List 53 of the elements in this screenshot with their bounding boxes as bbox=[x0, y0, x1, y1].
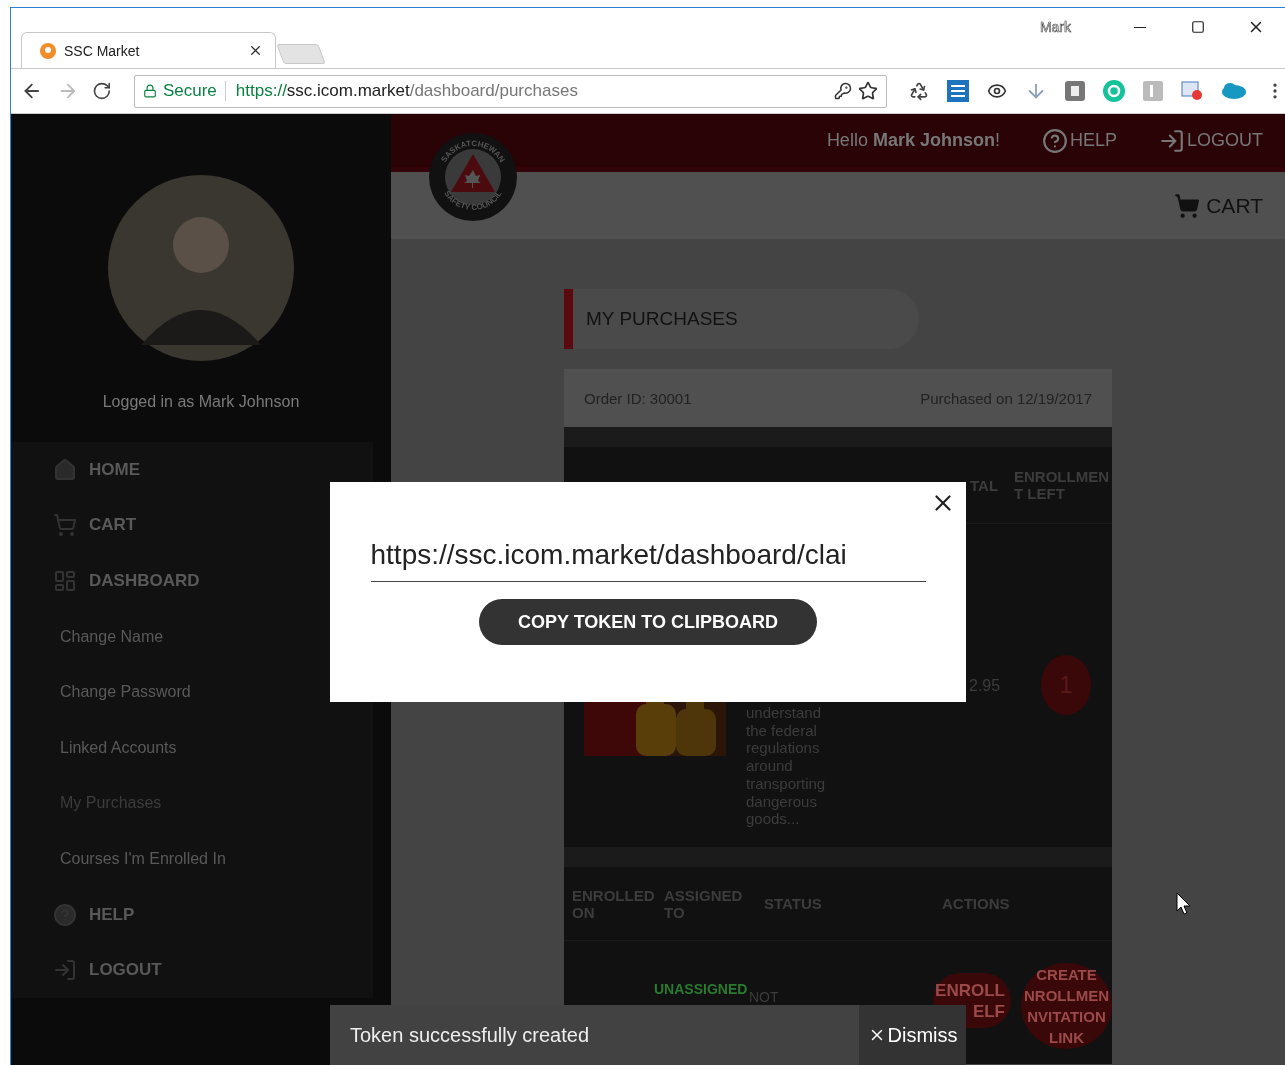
recycle-icon[interactable] bbox=[909, 81, 929, 101]
close-icon[interactable] bbox=[248, 43, 263, 58]
secure-label: Secure bbox=[162, 81, 226, 101]
browser-tab[interactable]: SSC Market bbox=[21, 32, 276, 68]
dashboard-icon bbox=[53, 569, 77, 593]
tile-icon[interactable] bbox=[947, 80, 969, 102]
copy-token-button[interactable]: COPY TOKEN TO CLIPBOARD bbox=[479, 599, 817, 645]
cloud-icon[interactable] bbox=[1221, 82, 1247, 100]
address-bar[interactable]: Secure https://ssc.icom.market/dashboard/purchases bbox=[133, 74, 887, 108]
sidebar-item[interactable]: Courses I'm Enrolled In bbox=[11, 831, 373, 887]
cart-icon bbox=[53, 513, 77, 538]
snackbar-message: Token successfully created bbox=[349, 1023, 590, 1047]
cart-icon bbox=[1174, 192, 1201, 219]
sidebar-item[interactable]: DASHBOARD bbox=[11, 553, 373, 609]
page-title: MY PURCHASES bbox=[564, 289, 919, 349]
sidebar-item[interactable]: LOGOUT bbox=[11, 942, 373, 998]
cart-link[interactable]: CART bbox=[1174, 192, 1263, 219]
home-icon bbox=[53, 457, 77, 482]
minimize-icon bbox=[1134, 26, 1146, 28]
sidebar-item[interactable]: Linked Accounts bbox=[11, 719, 373, 776]
reload-icon[interactable] bbox=[92, 81, 112, 101]
logout-icon bbox=[1159, 127, 1185, 154]
url-text: https://ssc.icom.market/dashboard/purchases bbox=[235, 81, 579, 101]
key-icon[interactable] bbox=[834, 82, 852, 100]
tile-icon[interactable] bbox=[1143, 81, 1163, 101]
square-icon[interactable] bbox=[1065, 81, 1085, 101]
eye-icon[interactable] bbox=[987, 81, 1007, 101]
sidebar-label: HELP bbox=[89, 904, 135, 925]
sidebar-label: CART bbox=[89, 515, 137, 536]
logout-link[interactable]: LOGOUT bbox=[1159, 127, 1263, 154]
help-icon bbox=[1041, 127, 1068, 154]
dismiss-button[interactable]: Dismiss bbox=[859, 1005, 966, 1065]
assignment-status: UNASSIGNED bbox=[654, 981, 749, 997]
sidebar-item[interactable]: HELP bbox=[11, 886, 373, 943]
star-icon[interactable] bbox=[858, 81, 878, 101]
help-link[interactable]: HELP bbox=[1041, 127, 1117, 154]
tab-title: SSC Market bbox=[64, 42, 141, 59]
greeting-text: Hello Mark Johnson! bbox=[826, 130, 1000, 151]
cursor-icon bbox=[1176, 892, 1192, 916]
logout-icon bbox=[53, 958, 77, 983]
help-icon bbox=[53, 902, 77, 927]
sidebar-label: LOGOUT bbox=[89, 960, 162, 981]
logged-in-text: Logged in as Mark Johnson bbox=[102, 393, 300, 411]
site-icon bbox=[40, 42, 56, 59]
lock-icon bbox=[142, 84, 157, 98]
profile-name[interactable]: Mark bbox=[1039, 19, 1071, 35]
sidebar-item[interactable]: CART bbox=[11, 497, 373, 554]
sidebar-label: HOME bbox=[89, 459, 140, 480]
sidebar-item[interactable]: HOME bbox=[11, 442, 373, 498]
create-link-button[interactable]: CREATE NROLLMEN NVITATION LINK bbox=[1021, 963, 1112, 1049]
maximize-icon bbox=[1191, 20, 1205, 34]
sidebar-label: DASHBOARD bbox=[89, 571, 200, 591]
tab-badge-icon[interactable] bbox=[1181, 81, 1203, 101]
